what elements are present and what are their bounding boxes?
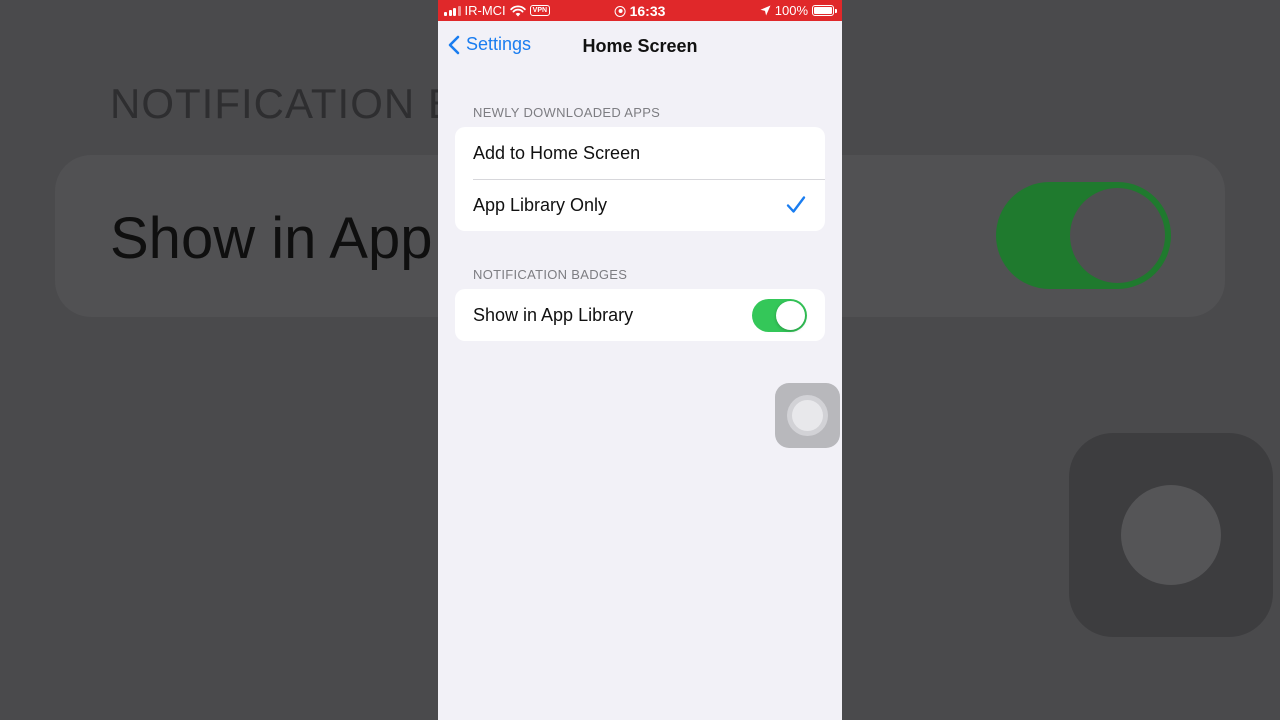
wifi-icon bbox=[509, 4, 526, 16]
assistive-touch-dot bbox=[792, 400, 823, 431]
option-add-to-home-screen[interactable]: Add to Home Screen bbox=[455, 127, 825, 179]
checkmark-icon bbox=[786, 196, 806, 213]
phone-screen: IR-MCI VPN 16:33 100% Settings Home Scre… bbox=[438, 0, 842, 720]
background-row-label: Show in App bbox=[110, 206, 433, 271]
section-header-newly-downloaded: NEWLY DOWNLOADED APPS bbox=[473, 105, 661, 120]
background-assistive-touch bbox=[1069, 433, 1273, 637]
vpn-badge: VPN bbox=[529, 5, 551, 16]
option-app-library-only[interactable]: App Library Only bbox=[455, 179, 825, 231]
toggle-label: Show in App Library bbox=[473, 304, 634, 325]
carrier-label: IR-MCI bbox=[464, 3, 506, 18]
section-header-notification-badges: NOTIFICATION BADGES bbox=[473, 267, 628, 282]
status-center: 16:33 bbox=[614, 3, 666, 19]
clock: 16:33 bbox=[629, 3, 666, 19]
navigation-bar: Settings Home Screen bbox=[438, 21, 842, 71]
battery-icon bbox=[812, 5, 837, 16]
location-arrow-icon bbox=[760, 5, 771, 16]
page-title: Home Screen bbox=[582, 36, 698, 56]
signal-icon bbox=[444, 5, 461, 16]
screen-record-icon bbox=[614, 5, 626, 17]
status-left: IR-MCI VPN bbox=[444, 3, 551, 18]
notification-badges-group: Show in App Library bbox=[455, 289, 825, 341]
background-toggle bbox=[996, 182, 1171, 289]
option-label: App Library Only bbox=[473, 194, 608, 215]
battery-percent: 100% bbox=[774, 3, 808, 18]
newly-downloaded-group: Add to Home Screen App Library Only bbox=[455, 127, 825, 231]
toggle-knob bbox=[776, 300, 805, 330]
background-assistive-ring bbox=[1121, 485, 1221, 585]
assistive-touch-button[interactable] bbox=[775, 383, 840, 448]
status-right: 100% bbox=[760, 3, 837, 18]
show-in-app-library-toggle[interactable] bbox=[752, 298, 807, 332]
background-toggle-knob bbox=[1070, 188, 1165, 283]
background-section-header: NOTIFICATION B bbox=[110, 80, 457, 127]
option-label: Add to Home Screen bbox=[473, 142, 641, 163]
status-bar: IR-MCI VPN 16:33 100% bbox=[438, 0, 842, 21]
show-in-app-library-row: Show in App Library bbox=[455, 289, 825, 341]
